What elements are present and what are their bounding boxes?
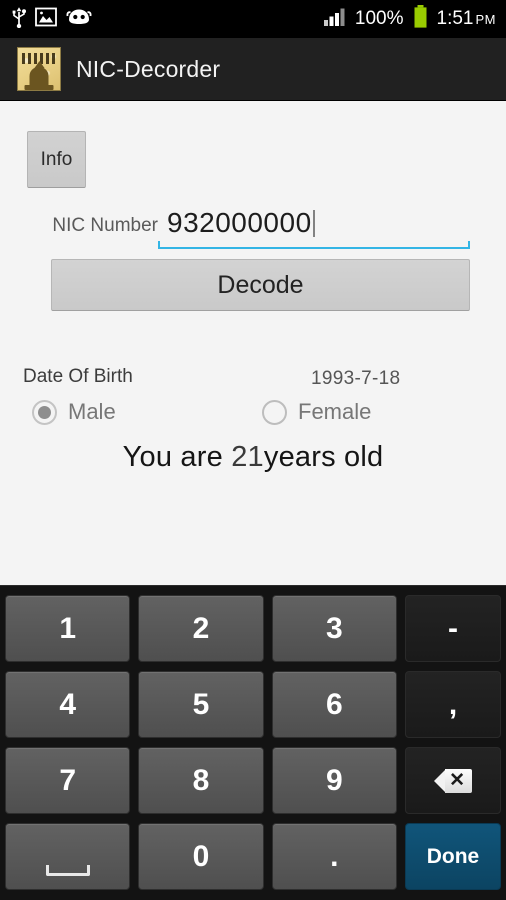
status-bar-right-icons: 100% 1:51 PM: [323, 5, 506, 33]
key-period[interactable]: .: [271, 823, 397, 890]
radio-female[interactable]: Female: [262, 399, 371, 425]
keyboard-row: 0. Done: [5, 823, 501, 890]
battery-percent-label: 100%: [354, 8, 404, 29]
info-button[interactable]: Info: [27, 131, 86, 188]
radio-female-label: Female: [298, 399, 372, 424]
spacebar-icon: [45, 865, 90, 876]
date-of-birth-value: 1993-7-18: [311, 368, 401, 389]
key-comma-label: ,: [448, 687, 458, 721]
key-done-label: Done: [426, 844, 480, 868]
nic-number-value-wrap: 932000000: [158, 206, 470, 240]
key-comma[interactable]: ,: [404, 671, 501, 738]
key-1-label: 1: [59, 611, 76, 645]
nic-number-input[interactable]: 932000000: [158, 206, 470, 249]
key-7-label: 7: [59, 763, 76, 797]
cyanogenmod-android-icon: [66, 7, 92, 31]
keyboard-row: 7 8 9 ✕: [5, 747, 501, 814]
radio-male-label: Male: [68, 399, 116, 424]
key-9[interactable]: 9: [271, 747, 397, 814]
key-4-label: 4: [59, 687, 76, 721]
key-3[interactable]: 3: [271, 595, 397, 662]
page-title: NIC-Decorder: [76, 55, 221, 82]
age-prefix: You are: [122, 441, 232, 473]
action-bar: NIC-Decorder: [0, 38, 506, 101]
key-3-label: 3: [325, 611, 343, 645]
key-period-label: .: [330, 839, 339, 873]
key-7[interactable]: 7: [5, 747, 131, 814]
key-8[interactable]: 8: [138, 747, 264, 814]
key-minus-label: -: [447, 611, 458, 645]
clock-time: 1:51: [436, 8, 474, 29]
radio-unselected-icon: [262, 399, 287, 425]
decode-button[interactable]: Decode: [51, 259, 470, 311]
clock-ampm: PM: [475, 12, 496, 27]
key-0-label: 0: [192, 839, 210, 873]
key-6-label: 6: [325, 687, 343, 721]
nic-decorder-app-icon: [17, 47, 61, 91]
date-of-birth-row: Date Of Birth 1993-7-18: [0, 366, 506, 396]
app-icon-stupa-shape: [24, 67, 54, 90]
key-1[interactable]: 1: [5, 595, 131, 662]
key-8-label: 8: [192, 763, 210, 797]
date-of-birth-label: Date Of Birth: [23, 366, 133, 387]
nic-number-label: NIC Number: [52, 215, 158, 236]
nic-number-value: 932000000: [167, 207, 312, 238]
age-number: 21: [231, 441, 264, 473]
key-minus[interactable]: -: [404, 595, 501, 662]
age-result-text: You are 21years old: [0, 441, 506, 474]
key-backspace[interactable]: ✕: [404, 747, 501, 814]
key-done[interactable]: Done: [404, 823, 501, 890]
status-bar-clock: 1:51 PM: [437, 8, 496, 30]
input-underline: [158, 241, 470, 249]
key-5-label: 5: [192, 687, 210, 721]
backspace-icon: ✕: [433, 768, 472, 793]
gender-radio-group: Male Female: [0, 399, 506, 435]
key-2[interactable]: 2: [138, 595, 264, 662]
key-0[interactable]: 0: [138, 823, 264, 890]
status-bar-left-icons: [0, 6, 92, 33]
key-4[interactable]: 4: [5, 671, 131, 738]
numeric-keyboard: 1 2 3 - 4 5 6, 7 8 9 ✕ 0. Done: [0, 585, 506, 900]
radio-selected-icon: [32, 399, 57, 425]
key-space[interactable]: [5, 823, 131, 890]
keyboard-row: 4 5 6,: [5, 671, 501, 738]
text-cursor: [312, 210, 315, 237]
battery-full-icon: [413, 5, 428, 33]
status-bar: 100% 1:51 PM: [0, 0, 506, 38]
nic-number-row: NIC Number 932000000: [0, 206, 506, 249]
main-content: Info NIC Number 932000000 Decode Date Of…: [0, 101, 506, 585]
keyboard-row: 1 2 3 -: [5, 595, 501, 662]
gallery-image-icon: [35, 7, 57, 32]
radio-male[interactable]: Male: [32, 399, 116, 425]
key-2-label: 2: [192, 611, 210, 645]
usb-icon: [12, 6, 26, 33]
key-9-label: 9: [325, 763, 343, 797]
signal-bars-icon: [323, 7, 346, 31]
key-5[interactable]: 5: [138, 671, 264, 738]
key-6[interactable]: 6: [271, 671, 397, 738]
age-suffix: years old: [263, 441, 384, 473]
phone-screen: 100% 1:51 PM NIC-Decorder Info NIC Number: [0, 0, 506, 900]
